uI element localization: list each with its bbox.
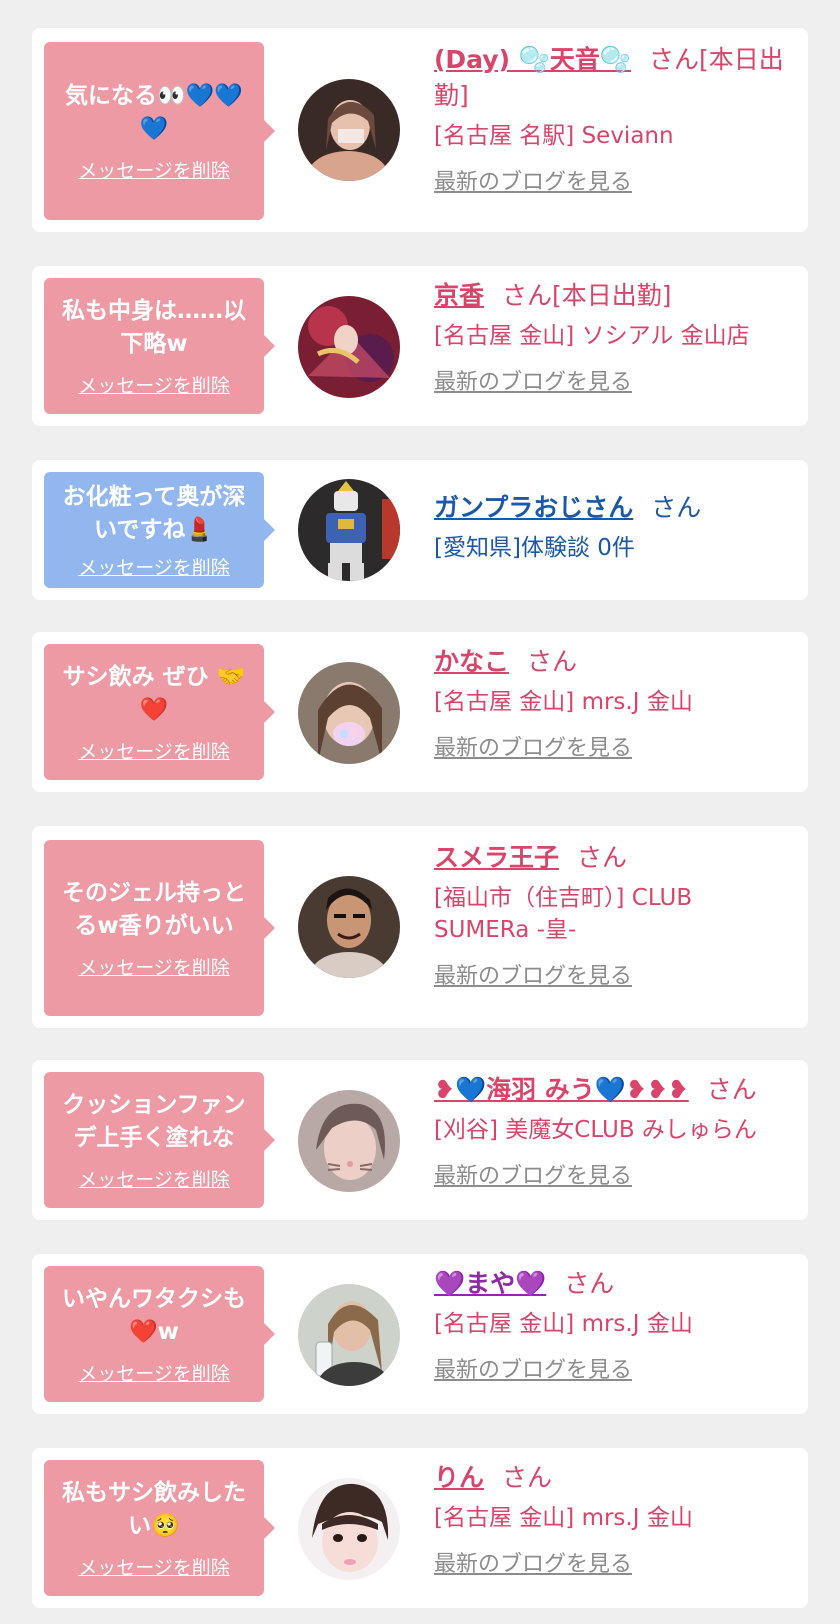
message-card: そのジェル持っとるw香りがいい メッセージを削除 スメラ王子 さん [福山市（住吉…	[32, 826, 808, 1028]
user-info: スメラ王子 さん [福山市（住吉町）] CLUB SUMERa -皇- 最新のブロ…	[434, 840, 794, 990]
latest-blog-link[interactable]: 最新のブログを見る	[434, 364, 632, 396]
avatar[interactable]	[298, 296, 400, 398]
message-text: いやんワタクシも❤️w	[62, 1285, 246, 1345]
message-list: 気になる👀💙💙💙 メッセージを削除 (Day) 🫧天音🫧 さん[本日出勤] [名古…	[0, 0, 840, 1624]
user-info: ❥💙海羽 みう💙❥❥❥ さん [刈谷] 美魔女CLUB みしゅらん 最新のブログを…	[434, 1072, 794, 1190]
shop-label: [刈谷] 美魔女CLUB みしゅらん	[434, 1117, 757, 1143]
name-line: ガンプラおじさん さん	[434, 490, 794, 526]
user-name-link[interactable]: りん	[434, 1463, 484, 1492]
avatar[interactable]	[298, 79, 400, 181]
honorific: さん[本日出勤]	[502, 281, 672, 310]
honorific: さん	[502, 1463, 553, 1492]
name-line: かなこ さん	[434, 644, 794, 680]
delete-message-link[interactable]: メッセージを削除	[78, 1165, 230, 1192]
name-line: スメラ王子 さん	[434, 840, 794, 876]
shop-label: [名古屋 名駅] Seviann	[434, 123, 674, 149]
name-line: りん さん	[434, 1460, 794, 1496]
user-name-link[interactable]: かなこ	[434, 647, 509, 676]
message-text: 私もサシ飲みしたい🥺	[62, 1479, 246, 1539]
message-bubble: クッションファンデ上手く塗れな メッセージを削除	[44, 1072, 275, 1208]
honorific: さん	[651, 493, 702, 522]
message-card: いやんワタクシも❤️w メッセージを削除 💜まや💜 さん [名古屋 金山] mrs…	[32, 1254, 808, 1414]
latest-blog-link[interactable]: 最新のブログを見る	[434, 1352, 632, 1384]
user-name-link[interactable]: 💜まや💜	[434, 1269, 546, 1298]
name-line: (Day) 🫧天音🫧 さん[本日出勤]	[434, 42, 794, 114]
user-info: 💜まや💜 さん [名古屋 金山] mrs.J 金山 最新のブログを見る	[434, 1266, 794, 1384]
message-card: お化粧って奥が深いですね💄 メッセージを削除 ガンプラおじさん さん [愛知県]体…	[32, 460, 808, 600]
shop-label: [名古屋 金山] mrs.J 金山	[434, 689, 693, 715]
user-info: かなこ さん [名古屋 金山] mrs.J 金山 最新のブログを見る	[434, 644, 794, 762]
avatar[interactable]	[298, 1478, 400, 1580]
message-card: クッションファンデ上手く塗れな メッセージを削除 ❥💙海羽 みう💙❥❥❥ さん […	[32, 1060, 808, 1220]
delete-message-link[interactable]: メッセージを削除	[78, 1553, 230, 1580]
honorific: さん	[706, 1075, 757, 1104]
message-card: 気になる👀💙💙💙 メッセージを削除 (Day) 🫧天音🫧 さん[本日出勤] [名古…	[32, 28, 808, 232]
user-name-link[interactable]: ❥💙海羽 みう💙❥❥❥	[434, 1075, 689, 1104]
user-info: (Day) 🫧天音🫧 さん[本日出勤] [名古屋 名駅] Seviann 最新のブ…	[434, 42, 794, 196]
latest-blog-link[interactable]: 最新のブログを見る	[434, 164, 632, 196]
latest-blog-link[interactable]: 最新のブログを見る	[434, 1158, 632, 1190]
name-line: 京香 さん[本日出勤]	[434, 278, 794, 314]
user-name-link[interactable]: 京香	[434, 281, 484, 310]
message-bubble: 気になる👀💙💙💙 メッセージを削除	[44, 42, 275, 220]
shop-label: [愛知県]体験談 0件	[434, 535, 635, 561]
message-bubble: そのジェル持っとるw香りがいい メッセージを削除	[44, 840, 275, 1016]
avatar[interactable]	[298, 876, 400, 978]
delete-message-link[interactable]: メッセージを削除	[78, 1359, 230, 1386]
message-card: 私も中身は……以下略w メッセージを削除 京香 さん[本日出勤] [名古屋 金山]…	[32, 266, 808, 426]
shop-label: [名古屋 金山] mrs.J 金山	[434, 1311, 693, 1337]
avatar[interactable]	[298, 1090, 400, 1192]
message-bubble: お化粧って奥が深いですね💄 メッセージを削除	[44, 472, 275, 588]
user-name-link[interactable]: スメラ王子	[434, 843, 559, 872]
name-line: ❥💙海羽 みう💙❥❥❥ さん	[434, 1072, 794, 1108]
honorific: さん	[564, 1269, 615, 1298]
message-bubble: いやんワタクシも❤️w メッセージを削除	[44, 1266, 275, 1402]
avatar[interactable]	[298, 1284, 400, 1386]
delete-message-link[interactable]: メッセージを削除	[78, 156, 230, 183]
latest-blog-link[interactable]: 最新のブログを見る	[434, 730, 632, 762]
message-text: クッションファンデ上手く塗れな	[62, 1091, 246, 1151]
message-card: サシ飲み ぜひ 🤝❤️ メッセージを削除 かなこ さん [名古屋 金山] mrs.…	[32, 632, 808, 792]
shop-label: [福山市（住吉町）] CLUB SUMERa -皇-	[434, 885, 693, 943]
message-text: サシ飲み ぜひ 🤝❤️	[62, 663, 246, 723]
user-info: ガンプラおじさん さん [愛知県]体験談 0件	[434, 490, 794, 564]
honorific: さん	[577, 843, 628, 872]
user-name-link[interactable]: ガンプラおじさん	[434, 493, 633, 522]
delete-message-link[interactable]: メッセージを削除	[78, 371, 230, 398]
latest-blog-link[interactable]: 最新のブログを見る	[434, 958, 632, 990]
shop-label: [名古屋 金山] mrs.J 金山	[434, 1505, 693, 1531]
honorific: さん	[527, 647, 578, 676]
message-text: 私も中身は……以下略w	[62, 297, 246, 357]
delete-message-link[interactable]: メッセージを削除	[78, 953, 230, 980]
avatar[interactable]	[298, 662, 400, 764]
message-bubble: 私もサシ飲みしたい🥺 メッセージを削除	[44, 1460, 275, 1596]
avatar[interactable]	[298, 479, 400, 581]
delete-message-link[interactable]: メッセージを削除	[78, 553, 230, 580]
message-card: 私もサシ飲みしたい🥺 メッセージを削除 りん さん [名古屋 金山] mrs.J …	[32, 1448, 808, 1608]
message-bubble: 私も中身は……以下略w メッセージを削除	[44, 278, 275, 414]
latest-blog-link[interactable]: 最新のブログを見る	[434, 1546, 632, 1578]
message-text: そのジェル持っとるw香りがいい	[62, 879, 246, 939]
user-info: 京香 さん[本日出勤] [名古屋 金山] ソシアル 金山店 最新のブログを見る	[434, 278, 794, 396]
message-bubble: サシ飲み ぜひ 🤝❤️ メッセージを削除	[44, 644, 275, 780]
message-text: お化粧って奥が深いですね💄	[62, 483, 246, 543]
shop-label: [名古屋 金山] ソシアル 金山店	[434, 323, 750, 349]
user-name-link[interactable]: (Day) 🫧天音🫧	[434, 45, 631, 74]
name-line: 💜まや💜 さん	[434, 1266, 794, 1302]
user-info: りん さん [名古屋 金山] mrs.J 金山 最新のブログを見る	[434, 1460, 794, 1578]
message-text: 気になる👀💙💙💙	[65, 82, 243, 142]
delete-message-link[interactable]: メッセージを削除	[78, 737, 230, 764]
